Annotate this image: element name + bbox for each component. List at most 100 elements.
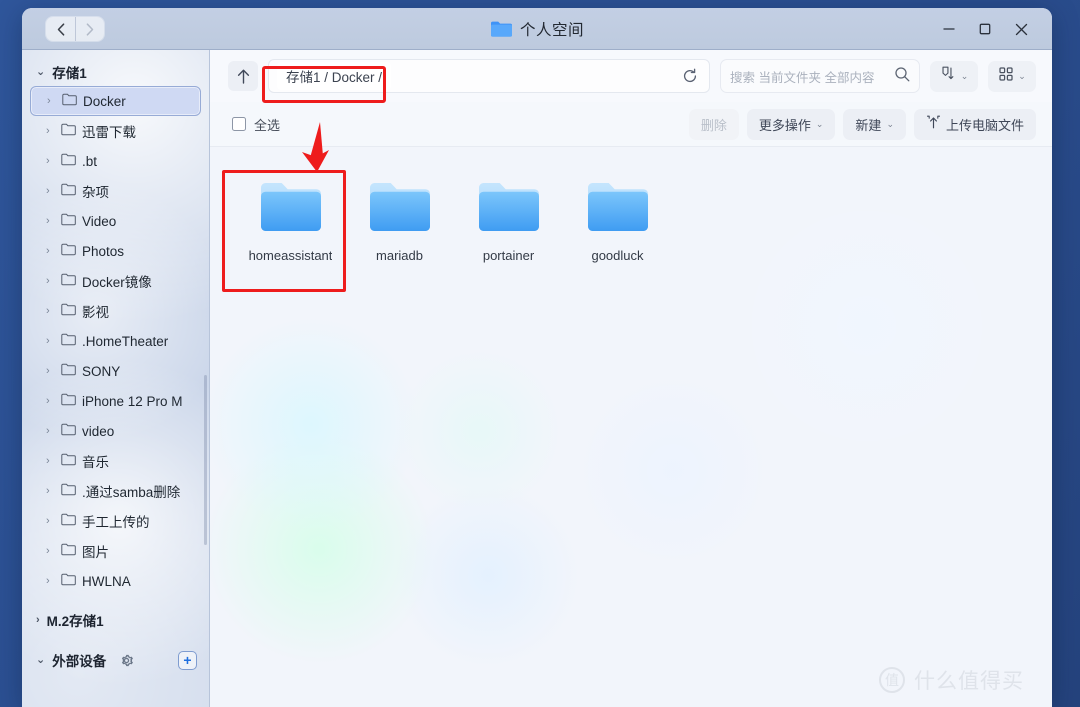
search-icon[interactable]	[894, 66, 910, 87]
sidebar-group-storage1[interactable]: ⌄ 存储1	[22, 58, 209, 86]
address-toolbar: 存储1 / Docker / 搜索 当前文件夹 全部内容 ⌄ ⌄	[210, 50, 1052, 102]
sidebar-scrollbar-thumb[interactable]	[204, 375, 207, 545]
file-tile-portainer[interactable]: portainer	[454, 169, 563, 285]
folder-outline-icon	[61, 423, 76, 439]
file-tile-homeassistant[interactable]: homeassistant	[236, 169, 345, 285]
sidebar-item-pictures[interactable]: › 图片	[30, 536, 201, 566]
chevron-down-icon: ⌄	[960, 70, 969, 81]
delete-button[interactable]: 删除	[688, 108, 739, 140]
minimize-button[interactable]	[932, 14, 966, 44]
grid-view-icon	[998, 66, 1014, 87]
sidebar-item-label: HWLNA	[82, 573, 131, 589]
address-bar[interactable]: 存储1 / Docker /	[268, 59, 710, 93]
chevron-right-icon: ›	[46, 574, 50, 587]
close-button[interactable]	[1004, 14, 1038, 44]
folder-outline-icon	[61, 153, 76, 169]
sidebar-tree: ⌄ 存储1 › Docker › 迅雷下载 › .bt › 杂项 › Video…	[22, 50, 209, 707]
sidebar-item-misc[interactable]: › 杂项	[30, 176, 201, 206]
layout-view-button[interactable]: ⌄	[988, 60, 1036, 92]
checkbox-icon[interactable]	[232, 117, 246, 131]
sidebar-item-sony[interactable]: › SONY	[30, 356, 201, 386]
sidebar-item-music[interactable]: › 音乐	[30, 446, 201, 476]
more-actions-button[interactable]: 更多操作 ⌄	[746, 108, 836, 140]
chevron-right-icon: ›	[46, 214, 50, 227]
new-button[interactable]: 新建 ⌄	[843, 108, 906, 140]
sidebar-item-docker[interactable]: › Docker	[30, 86, 201, 116]
sidebar-item-movies[interactable]: › 影视	[30, 296, 201, 326]
sidebar-item-bt[interactable]: › .bt	[30, 146, 201, 176]
chevron-right-icon: ›	[46, 364, 50, 377]
sort-filter-button[interactable]: ⌄	[930, 60, 978, 92]
sidebar-item-video-upper[interactable]: › Video	[30, 206, 201, 236]
sidebar-item-manual-upload[interactable]: › 手工上传的	[30, 506, 201, 536]
sidebar-item-label: Docker	[83, 93, 126, 109]
folder-outline-icon	[61, 513, 76, 529]
folder-outline-icon	[62, 93, 77, 109]
chevron-right-icon: ›	[36, 613, 40, 626]
grid-view-icon-svg	[999, 66, 1013, 81]
sidebar-item-hwlna[interactable]: › HWLNA	[30, 566, 201, 596]
file-name: mariadb	[376, 248, 423, 263]
main-content: 存储1 / Docker / 搜索 当前文件夹 全部内容 ⌄ ⌄ 全选 删除 更…	[210, 50, 1052, 707]
sidebar-item-samba-deleted[interactable]: › .通过samba删除	[30, 476, 201, 506]
upload-files-button[interactable]: 上传电脑文件	[913, 108, 1036, 140]
maximize-icon	[979, 23, 991, 35]
sidebar-item-label: 影视	[82, 305, 109, 320]
sidebar-group-external-devices[interactable]: ⌄ 外部设备 +	[22, 646, 209, 674]
new-label: 新建	[855, 117, 882, 133]
file-manager-window: 个人空间 ⌄ 存储1 › Docker › 迅雷下载 › .bt › 杂项 › …	[22, 8, 1052, 707]
sidebar-item-photos[interactable]: › Photos	[30, 236, 201, 266]
folder-outline-icon	[61, 213, 76, 229]
folder-outline-icon	[61, 123, 76, 139]
chevron-down-icon: ⌄	[815, 118, 824, 129]
refresh-button[interactable]	[677, 63, 703, 89]
folder-outline-icon	[61, 483, 76, 499]
search-input[interactable]: 搜索 当前文件夹 全部内容	[720, 59, 920, 93]
folder-icon-svg	[478, 183, 539, 231]
delete-label: 删除	[700, 117, 727, 133]
chevron-right-icon: ›	[46, 394, 50, 407]
upload-label: 上传电脑文件	[945, 117, 1024, 133]
file-tile-mariadb[interactable]: mariadb	[345, 169, 454, 285]
go-up-button[interactable]	[228, 61, 258, 91]
gear-icon[interactable]	[119, 653, 134, 668]
sidebar-item-iphone12promax[interactable]: › iPhone 12 Pro M	[30, 386, 201, 416]
sort-filter-icon-svg	[942, 66, 954, 80]
select-all-checkbox[interactable]: 全选	[232, 115, 280, 134]
sidebar-group-label: 存储1	[52, 66, 87, 81]
chevron-right-icon: ›	[46, 244, 50, 257]
file-grid[interactable]: homeassistant mariadb portainer goodluck	[210, 147, 1052, 707]
minimize-icon	[943, 28, 955, 30]
chevron-right-icon: ›	[46, 544, 50, 557]
chevron-right-icon: ›	[46, 274, 50, 287]
chevron-right-icon: ›	[46, 424, 50, 437]
file-name: goodluck	[591, 248, 644, 263]
sidebar-item-xunlei[interactable]: › 迅雷下载	[30, 116, 201, 146]
chevron-down-icon: ⌄	[36, 653, 46, 666]
sidebar-item-video-lower[interactable]: › video	[30, 416, 201, 446]
window-title-group: 个人空间	[22, 18, 1052, 40]
sort-filter-icon	[940, 65, 957, 87]
chevron-right-icon: ›	[46, 454, 50, 467]
refresh-icon	[683, 68, 697, 83]
sidebar-item-docker-images[interactable]: › Docker镜像	[30, 266, 201, 296]
maximize-button[interactable]	[968, 14, 1002, 44]
folder-outline-icon	[61, 243, 76, 259]
sidebar-item-label: Video	[82, 213, 117, 229]
back-button[interactable]	[46, 17, 75, 41]
sidebar-group-m2-storage1[interactable]: › M.2存储1	[22, 606, 209, 634]
chevron-right-icon	[86, 22, 94, 36]
breadcrumb[interactable]: 存储1 / Docker /	[277, 62, 392, 90]
sidebar-group-label: M.2存储1	[46, 614, 104, 629]
file-tile-goodluck[interactable]: goodluck	[563, 169, 672, 285]
forward-button[interactable]	[75, 17, 104, 41]
folder-outline-icon	[61, 393, 76, 409]
search-icon-svg	[895, 66, 910, 81]
sidebar-item-label: iPhone 12 Pro M	[82, 393, 183, 409]
sidebar: ⌄ 存储1 › Docker › 迅雷下载 › .bt › 杂项 › Video…	[22, 50, 210, 707]
folder-icon	[490, 20, 512, 38]
folder-outline-icon	[61, 303, 76, 319]
plus-icon[interactable]: +	[178, 650, 197, 670]
action-toolbar: 全选 删除 更多操作 ⌄ 新建 ⌄ 上传电脑文件	[210, 102, 1052, 147]
sidebar-item-hometheater[interactable]: › .HomeTheater	[30, 326, 201, 356]
